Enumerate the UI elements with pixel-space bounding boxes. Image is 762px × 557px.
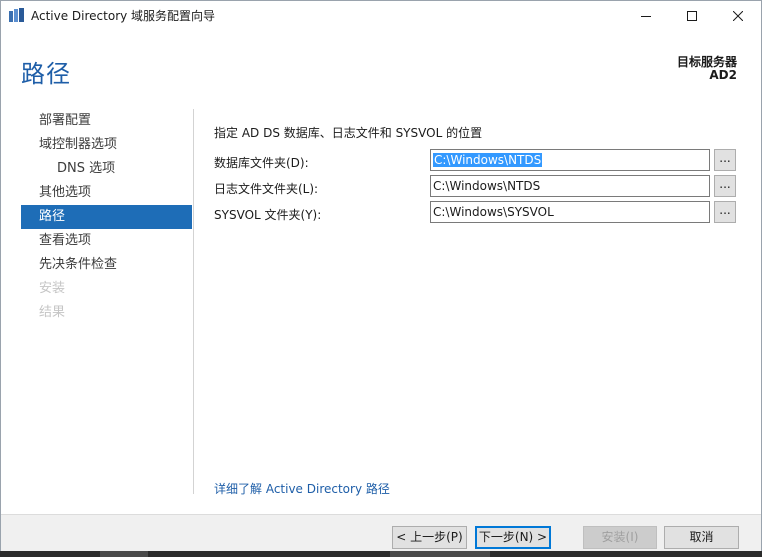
nav-item-installation: 安装 bbox=[39, 281, 66, 296]
cancel-button[interactable]: 取消 bbox=[664, 526, 739, 549]
install-button: 安装(I) bbox=[583, 526, 657, 549]
log-folder-browse-button[interactable]: ... bbox=[714, 175, 736, 197]
wizard-footer: < 上一步(P) 下一步(N) > 安装(I) 取消 bbox=[1, 514, 761, 552]
wizard-window: Active Directory 域服务配置向导 路径 目标服务器 AD2 部署… bbox=[0, 0, 762, 557]
sysvol-folder-label: SYSVOL 文件夹(Y): bbox=[214, 208, 322, 222]
minimize-icon bbox=[641, 15, 651, 17]
sysvol-folder-value: C:\Windows\SYSVOL bbox=[433, 205, 554, 219]
taskbar-item[interactable] bbox=[100, 551, 148, 557]
database-folder-label: 数据库文件夹(D): bbox=[214, 156, 309, 170]
nav-divider bbox=[193, 109, 194, 494]
server-manager-icon bbox=[9, 8, 24, 22]
learn-more-link[interactable]: 详细了解 Active Directory 路径 bbox=[214, 480, 390, 497]
instruction-text: 指定 AD DS 数据库、日志文件和 SYSVOL 的位置 bbox=[214, 126, 483, 140]
log-folder-value: C:\Windows\NTDS bbox=[433, 179, 541, 193]
sysvol-folder-browse-button[interactable]: ... bbox=[714, 201, 736, 223]
next-button[interactable]: 下一步(N) > bbox=[475, 526, 551, 549]
database-folder-value: C:\Windows\NTDS bbox=[433, 153, 543, 167]
nav-item-review-options[interactable]: 查看选项 bbox=[21, 229, 192, 253]
nav-item-results: 结果 bbox=[39, 305, 66, 320]
nav-item-deployment-config[interactable]: 部署配置 bbox=[21, 109, 192, 133]
taskbar-strip bbox=[0, 551, 762, 557]
window-title: Active Directory 域服务配置向导 bbox=[31, 9, 216, 23]
target-server-name: AD2 bbox=[709, 68, 737, 82]
page-title: 路径 bbox=[21, 60, 71, 88]
maximize-icon bbox=[687, 10, 697, 21]
database-folder-input[interactable]: C:\Windows\NTDS bbox=[430, 149, 710, 171]
nav-item-dc-options[interactable]: 域控制器选项 bbox=[21, 133, 192, 157]
log-folder-label: 日志文件文件夹(L): bbox=[214, 182, 319, 196]
log-folder-input[interactable]: C:\Windows\NTDS bbox=[430, 175, 710, 197]
title-bar[interactable]: Active Directory 域服务配置向导 bbox=[1, 1, 761, 30]
taskbar-item[interactable] bbox=[390, 551, 490, 557]
close-icon bbox=[733, 10, 743, 21]
nav-item-dns-options[interactable]: DNS 选项 bbox=[21, 157, 192, 181]
nav-item-additional-options[interactable]: 其他选项 bbox=[21, 181, 192, 205]
minimize-button[interactable] bbox=[623, 1, 669, 30]
nav-item-paths[interactable]: 路径 bbox=[21, 205, 192, 229]
wizard-nav: 部署配置 域控制器选项 DNS 选项 其他选项 路径 查看选项 先决条件检查 安… bbox=[21, 109, 192, 325]
nav-item-prereq-check[interactable]: 先决条件检查 bbox=[21, 253, 192, 277]
database-folder-browse-button[interactable]: ... bbox=[714, 149, 736, 171]
previous-button[interactable]: < 上一步(P) bbox=[392, 526, 467, 549]
maximize-button[interactable] bbox=[669, 1, 715, 30]
sysvol-folder-input[interactable]: C:\Windows\SYSVOL bbox=[430, 201, 710, 223]
close-button[interactable] bbox=[715, 1, 761, 30]
